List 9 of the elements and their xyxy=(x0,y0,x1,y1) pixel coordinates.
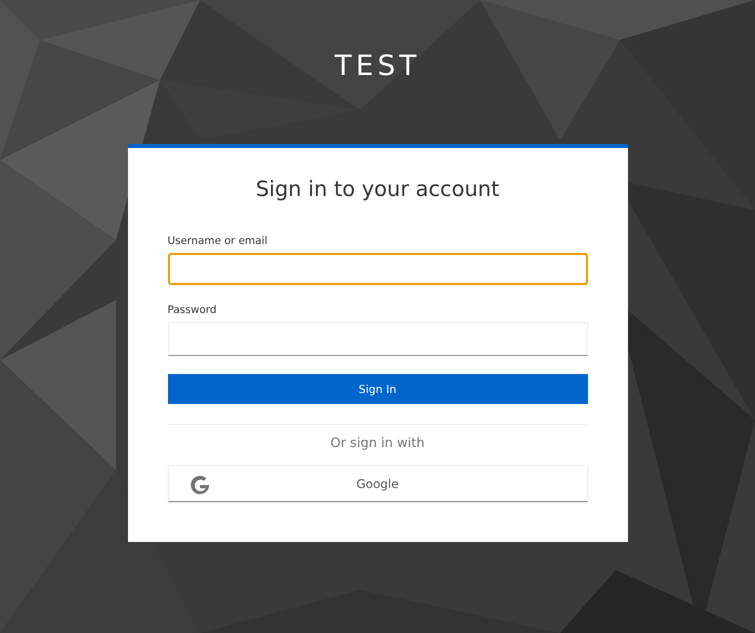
sign-in-button[interactable]: Sign In xyxy=(168,374,588,404)
input-field[interactable] xyxy=(168,253,588,285)
social-heading: Or sign in with xyxy=(329,435,426,453)
google-button[interactable]: Google xyxy=(168,465,588,502)
page-heading: Sign in to your account xyxy=(254,176,500,203)
google-g-icon xyxy=(188,474,210,496)
field-label: Username or email xyxy=(168,234,268,248)
realm-title: TEST xyxy=(334,48,420,84)
field-label: Password xyxy=(168,303,218,317)
